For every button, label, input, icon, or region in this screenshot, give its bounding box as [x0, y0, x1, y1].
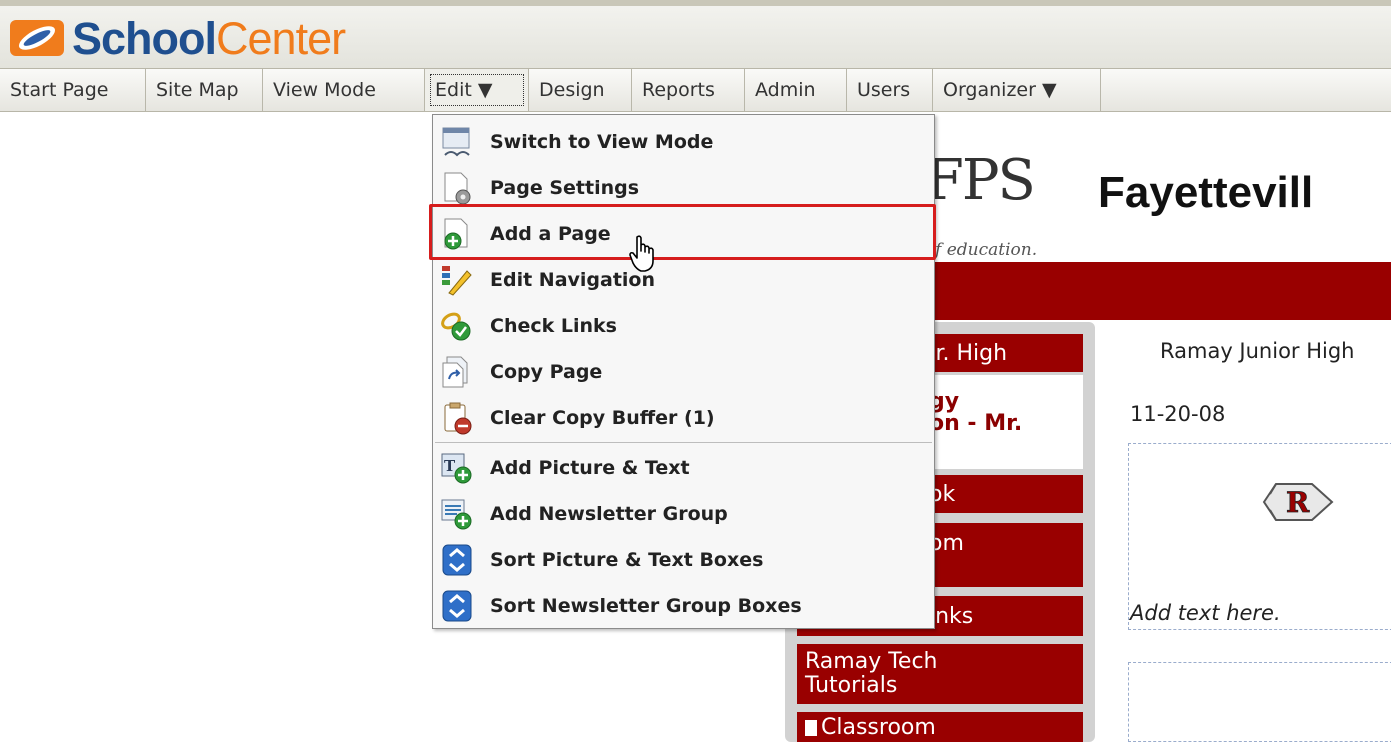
nav-item-technology-line2: on - Mr.	[929, 411, 1023, 436]
menu-site-map[interactable]: Site Map	[146, 69, 263, 111]
copy-page-icon	[442, 356, 468, 388]
nav-item-ramay-tech-tutorials[interactable]: Ramay Tech Tutorials	[797, 644, 1083, 704]
menu-users[interactable]: Users	[847, 69, 933, 111]
sort-icon	[442, 544, 472, 576]
add-picture-text-icon: T	[441, 453, 472, 484]
edit-navigation-icon	[442, 266, 472, 296]
menu-item-page-settings[interactable]: Page Settings	[433, 165, 934, 211]
add-page-icon	[444, 218, 468, 250]
menu-item-label: Page Settings	[490, 177, 640, 199]
add-text-placeholder[interactable]: Add text here.	[1130, 601, 1281, 625]
menu-admin[interactable]: Admin	[745, 69, 847, 111]
menu-item-label: Add a Page	[490, 223, 611, 245]
menu-item-add-newsletter-group[interactable]: Add Newsletter Group	[433, 491, 934, 537]
nav-item-technology-line1: gy	[929, 389, 960, 414]
fps-logo: FPS	[925, 148, 1036, 213]
menu-view-mode[interactable]: View Mode	[263, 69, 425, 111]
app-header: SchoolCenter	[0, 0, 1391, 68]
svg-text:T: T	[444, 457, 456, 475]
page-icon	[805, 720, 817, 736]
menu-item-label: Add Newsletter Group	[490, 503, 728, 525]
menu-organizer[interactable]: Organizer ▼	[933, 69, 1101, 111]
check-links-icon	[441, 312, 471, 341]
logo-text-center: Center	[216, 12, 346, 64]
fps-tagline: f education.	[935, 240, 1038, 260]
menu-item-check-links[interactable]: Check Links	[433, 303, 934, 349]
menu-start-page[interactable]: Start Page	[0, 69, 146, 111]
menu-item-sort-newsletter-group-boxes[interactable]: Sort Newsletter Group Boxes	[433, 583, 934, 629]
menu-item-clear-copy-buffer[interactable]: Clear Copy Buffer (1)	[433, 395, 934, 441]
schoolcenter-logo[interactable]: SchoolCenter	[8, 10, 346, 66]
nav-item-ramay-tech-line2: Tutorials	[805, 673, 898, 698]
page-settings-icon	[444, 172, 471, 205]
window-top-strip	[0, 0, 1391, 6]
nav-item-ramay-tech-line1: Ramay Tech	[805, 649, 938, 674]
menu-edit[interactable]: Edit ▼	[425, 69, 529, 111]
logo-text-school: School	[72, 12, 217, 64]
menu-item-label: Clear Copy Buffer (1)	[490, 407, 715, 429]
menu-item-add-a-page[interactable]: Add a Page	[433, 211, 934, 257]
site-title: Fayettevill	[1098, 168, 1314, 217]
menu-item-label: Sort Newsletter Group Boxes	[490, 595, 802, 617]
newsletter-box[interactable]	[1128, 662, 1391, 742]
edit-dropdown-menu: Switch to View Mode Page Settings Add a …	[429, 114, 936, 629]
menu-item-edit-navigation[interactable]: Edit Navigation	[433, 257, 934, 303]
menu-item-label: Add Picture & Text	[490, 457, 690, 479]
svg-text:R: R	[1286, 486, 1310, 519]
main-menubar: Start Page Site Map View Mode Edit ▼ Des…	[0, 68, 1391, 112]
clear-buffer-icon	[444, 402, 472, 435]
arrowhead-r-logo: R	[1262, 483, 1334, 521]
menu-item-add-picture-text[interactable]: T Add Picture & Text	[433, 445, 934, 491]
menu-item-sort-picture-text-boxes[interactable]: Sort Picture & Text Boxes	[433, 537, 934, 583]
content-date: 11-20-08	[1130, 402, 1226, 426]
content-heading: Ramay Junior High	[1160, 339, 1355, 363]
menu-design[interactable]: Design	[529, 69, 632, 111]
menu-item-label: Check Links	[490, 315, 617, 337]
menu-reports[interactable]: Reports	[632, 69, 745, 111]
view-mode-icon	[442, 127, 470, 157]
hand-cursor-icon	[629, 235, 654, 272]
menu-item-label: Copy Page	[490, 361, 603, 383]
menu-item-label: Sort Picture & Text Boxes	[490, 549, 764, 571]
menu-item-switch-to-view-mode[interactable]: Switch to View Mode	[433, 119, 934, 165]
nav-item-classroom-label: Classroom	[821, 715, 936, 740]
logo-icon	[10, 20, 64, 56]
menu-item-label: Switch to View Mode	[490, 131, 714, 153]
nav-item-classroom[interactable]: Classroom	[797, 712, 1083, 742]
sort-icon	[442, 590, 472, 622]
header-band	[930, 262, 1391, 320]
menu-separator	[435, 442, 932, 443]
logo-text: SchoolCenter	[72, 12, 346, 64]
menu-item-copy-page[interactable]: Copy Page	[433, 349, 934, 395]
add-newsletter-icon	[441, 499, 472, 530]
